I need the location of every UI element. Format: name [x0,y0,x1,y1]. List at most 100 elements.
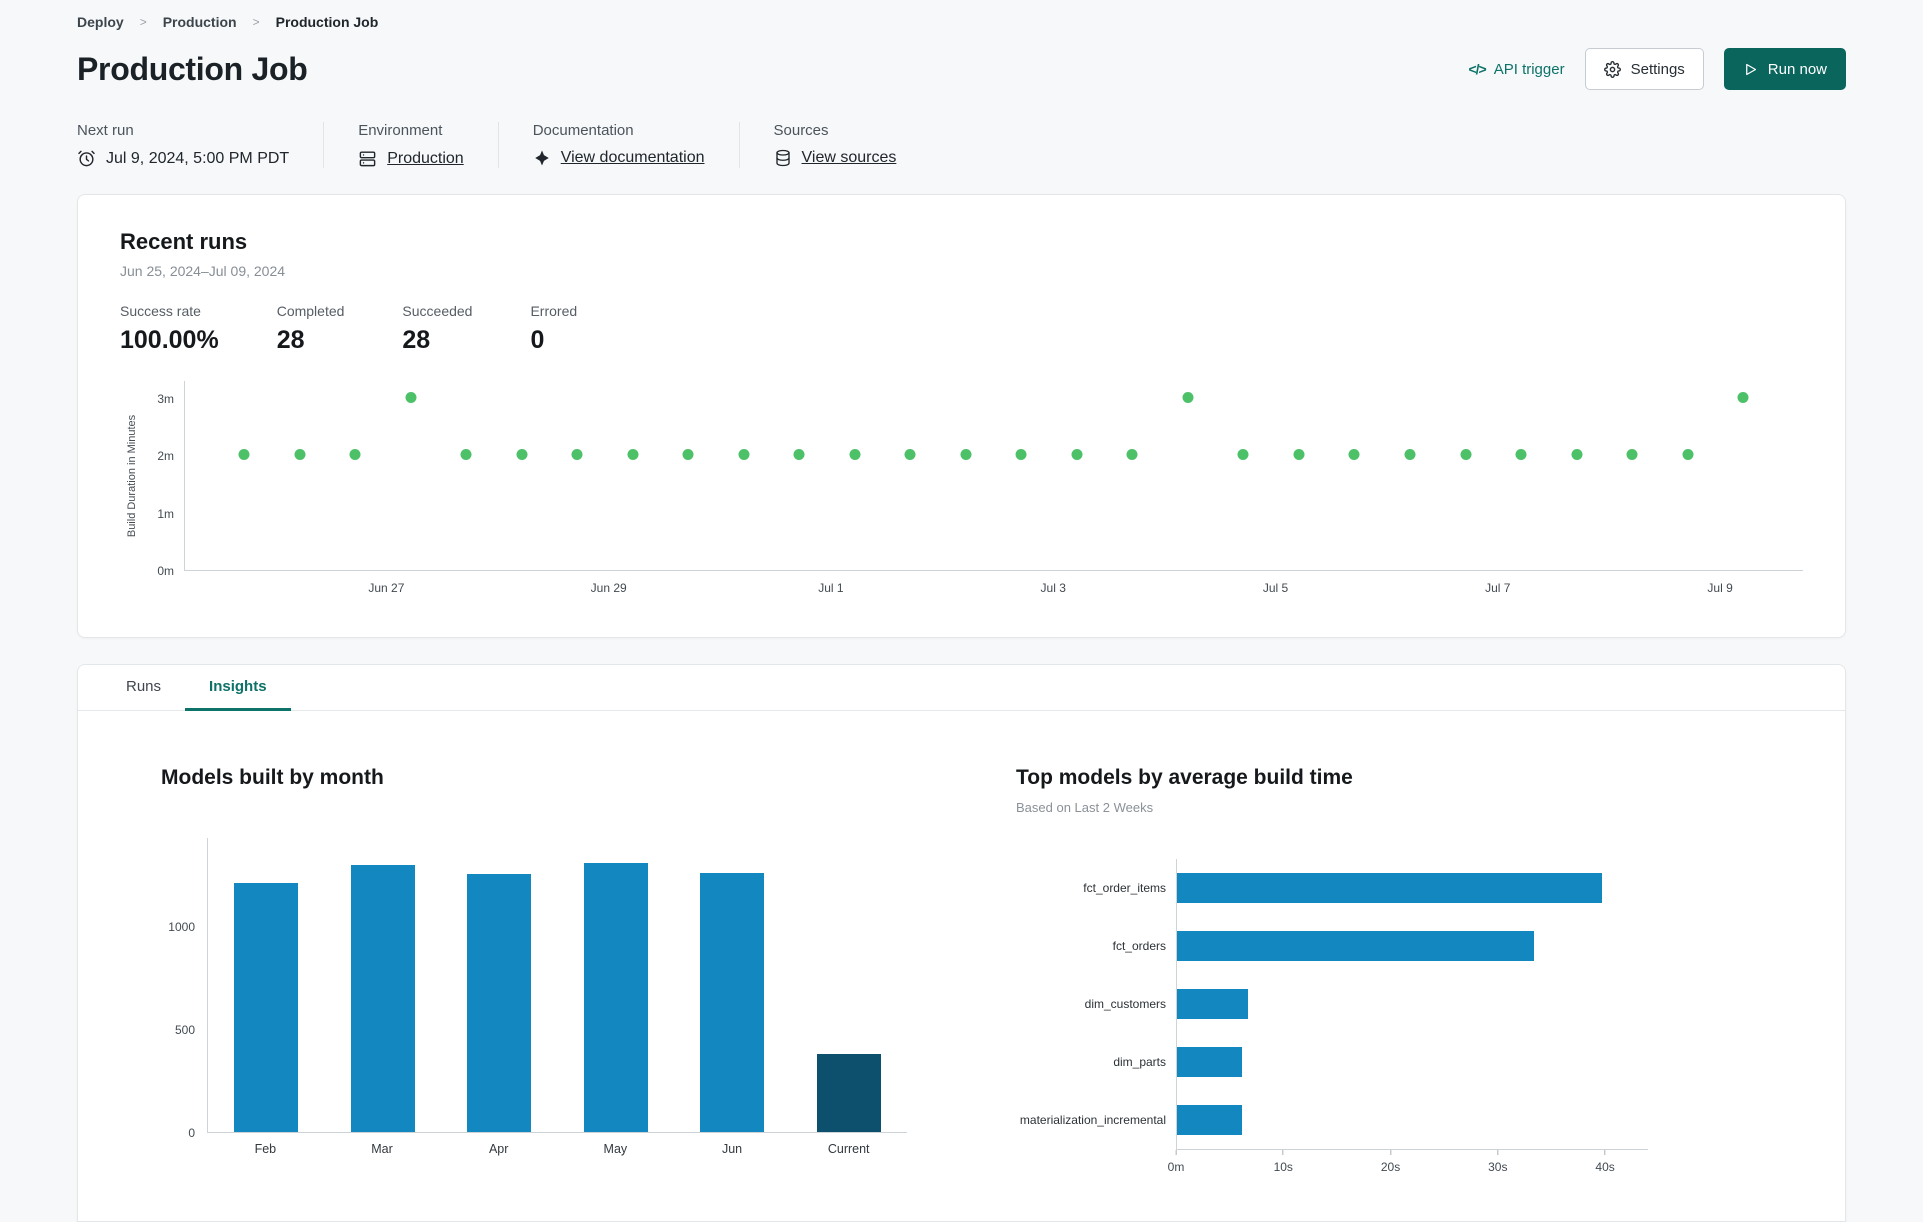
tab-runs[interactable]: Runs [102,665,185,711]
documentation-icon [533,149,551,167]
run-duration-dot[interactable] [1626,449,1638,461]
stat-success-rate: Success rate 100.00% [120,303,219,355]
bar-ytick-label: 0 [188,1126,195,1140]
scatter-ytick-label: 1m [157,506,174,521]
run-duration-dot[interactable] [1182,392,1194,404]
build-time-bar [1177,1105,1243,1135]
run-duration-dot[interactable] [516,449,528,461]
run-duration-dot[interactable] [1015,449,1027,461]
bar-xtick-label: Jun [721,1142,743,1156]
scatter-xtick-label: Jul 7 [1485,581,1511,595]
month-bar-slot [325,864,442,1132]
run-duration-dot[interactable] [294,449,306,461]
build-time-bar [1177,873,1602,903]
run-duration-dot[interactable] [1460,449,1472,461]
breadcrumb-separator-icon: > [139,15,147,29]
run-duration-dot[interactable] [1404,449,1416,461]
api-trigger-link[interactable]: </> API trigger [1468,61,1564,78]
run-duration-dot[interactable] [238,449,250,461]
run-duration-dot[interactable] [738,449,750,461]
run-duration-dot[interactable] [1682,449,1694,461]
scatter-xtick-label: Jul 3 [1040,581,1066,595]
hbar-track [1176,1033,1648,1091]
models-built-title: Models built by month [161,766,384,789]
bar-xtick-label: Feb [254,1142,277,1156]
scatter-ytick-label: 3m [157,392,174,407]
top-models-section: Top models by average build time Based o… [1016,766,1805,1181]
insights-card: Runs Insights Models built by month 0 500… [77,664,1846,1222]
next-run-label: Next run [77,122,134,139]
run-duration-dot[interactable] [682,449,694,461]
run-duration-dot[interactable] [627,449,639,461]
run-duration-dot[interactable] [571,449,583,461]
scatter-ytick-label: 2m [157,449,174,464]
run-duration-dot[interactable] [960,449,972,461]
hbar-xtick-label: 30s [1488,1160,1508,1174]
build-duration-chart: Build Duration in Minutes 0m 1m 2m 3m Jun 2… [120,381,1803,599]
top-model-row: dim_parts [1016,1033,1805,1091]
hbar-tick-mark [1604,1150,1606,1155]
page-header: Production Job </> API trigger Settings … [77,48,1846,90]
clock-icon [77,149,96,168]
environment-link[interactable]: Production [387,150,464,168]
hbar-category-label: dim_customers [1084,997,1166,1011]
run-duration-dot[interactable] [460,449,472,461]
hbar-track [1176,917,1648,975]
scatter-xtick-label: Jul 9 [1707,581,1733,595]
month-bar [234,883,299,1132]
run-duration-dot[interactable] [1126,449,1138,461]
run-duration-dot[interactable] [349,449,361,461]
breadcrumb-deploy[interactable]: Deploy [77,14,124,30]
bar-xtick-label: Current [827,1142,870,1156]
meta-environment: Environment Production [323,122,498,168]
bar-ytick-label: 500 [174,1023,195,1038]
build-duration-y-axis-label: Build Duration in Minutes [126,414,139,538]
run-duration-dot[interactable] [793,449,805,461]
hbar-track [1176,1091,1648,1149]
bar-ytick-label: 1000 [168,920,195,935]
settings-button[interactable]: Settings [1584,48,1704,90]
top-model-row: fct_order_items [1016,859,1805,917]
run-duration-dot[interactable] [1515,449,1527,461]
play-icon [1743,62,1758,77]
month-bar [816,1053,881,1132]
run-duration-dot[interactable] [904,449,916,461]
documentation-label: Documentation [532,122,634,139]
tab-insights[interactable]: Insights [185,665,291,711]
month-bar [350,864,415,1132]
run-duration-dot[interactable] [1571,449,1583,461]
breadcrumb-production[interactable]: Production [163,14,237,30]
build-time-bar [1177,1047,1243,1077]
hbar-xtick: 0m [1168,1150,1184,1174]
sources-label: Sources [773,122,829,139]
stat-label: Success rate [120,303,201,319]
meta-sources: Sources View sources [738,122,931,168]
settings-button-label: Settings [1630,60,1685,78]
view-sources-link[interactable]: View sources [802,149,897,167]
recent-runs-date-range: Jun 25, 2024–Jul 09, 2024 [120,263,286,279]
hbar-xtick: 10s [1274,1150,1293,1174]
code-icon: </> [1468,61,1486,77]
month-bar [700,872,765,1132]
run-duration-dot[interactable] [1348,449,1360,461]
page-title: Production Job [77,50,308,87]
run-duration-dot[interactable] [1737,392,1749,404]
run-duration-dot[interactable] [1237,449,1249,461]
hbar-tick-mark [1497,1150,1499,1155]
hbar-xtick-label: 10s [1273,1160,1293,1174]
scatter-xtick-label: Jun 29 [590,581,627,595]
top-models-rows: fct_order_items fct_orders dim_customers di… [1016,859,1805,1149]
hbar-track [1176,859,1648,917]
view-documentation-link[interactable]: View documentation [561,149,705,167]
stat-label: Completed [276,303,345,319]
run-duration-dot[interactable] [1071,449,1083,461]
scatter-xtick-label: Jun 27 [368,581,405,595]
run-duration-dot[interactable] [1293,449,1305,461]
run-duration-dot[interactable] [849,449,861,461]
breadcrumb-separator-icon: > [252,15,260,29]
bar-xtick-label: Mar [371,1142,393,1156]
run-duration-dot[interactable] [405,392,417,404]
hbar-tick-mark [1390,1150,1392,1155]
run-now-button[interactable]: Run now [1723,48,1846,90]
stat-errored: Errored 0 [530,303,577,355]
